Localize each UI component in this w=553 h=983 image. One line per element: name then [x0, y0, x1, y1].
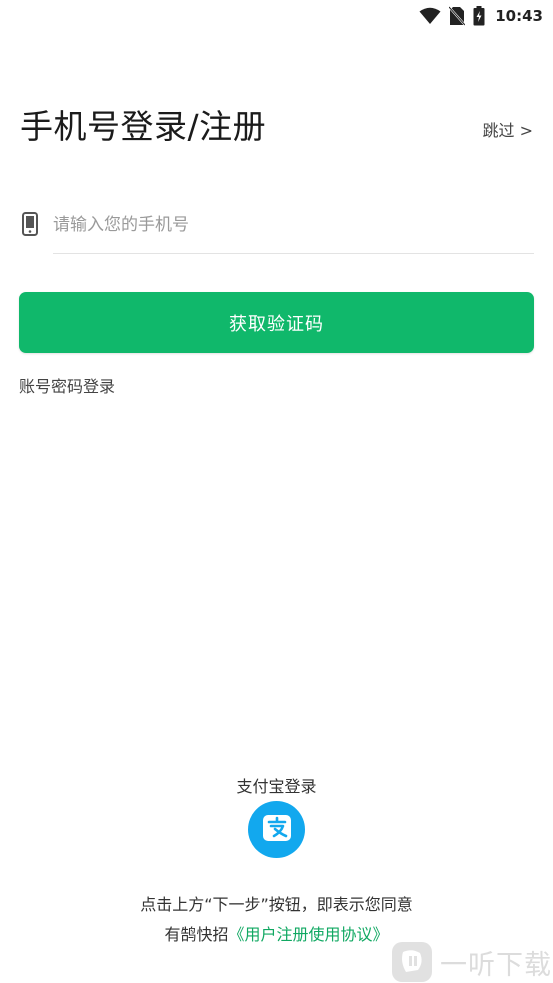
- no-sim-icon: [449, 6, 466, 26]
- watermark: 一听下载: [392, 940, 552, 983]
- agreement-text: 点击上方“下一步”按钮，即表示您同意: [140, 895, 413, 914]
- wifi-icon: [419, 7, 441, 25]
- phone-input[interactable]: [53, 200, 534, 254]
- phone-field: [20, 200, 534, 254]
- app-name-text: 有鹄快招: [164, 925, 229, 944]
- get-verification-code-button[interactable]: 获取验证码: [19, 292, 534, 353]
- login-screen: 10:43 手机号登录/注册 跳过 > 获取验证码 账号密码登录 支付宝登录 点…: [0, 0, 553, 983]
- watermark-text: 一听下载: [440, 949, 552, 981]
- password-login-link[interactable]: 账号密码登录: [19, 373, 115, 397]
- alipay-login-label: 支付宝登录: [236, 777, 317, 796]
- status-time: 10:43: [495, 7, 543, 25]
- alipay-icon: [262, 814, 292, 846]
- status-bar: 10:43: [0, 0, 553, 32]
- user-agreement-link[interactable]: 《用户注册使用协议》: [229, 925, 389, 944]
- page-title: 手机号登录/注册: [20, 107, 267, 146]
- battery-charging-icon: [473, 6, 485, 26]
- phone-icon: [20, 212, 40, 236]
- alipay-login-button[interactable]: [248, 801, 305, 858]
- skip-button[interactable]: 跳过 >: [483, 117, 534, 141]
- watermark-logo-icon: [392, 942, 432, 982]
